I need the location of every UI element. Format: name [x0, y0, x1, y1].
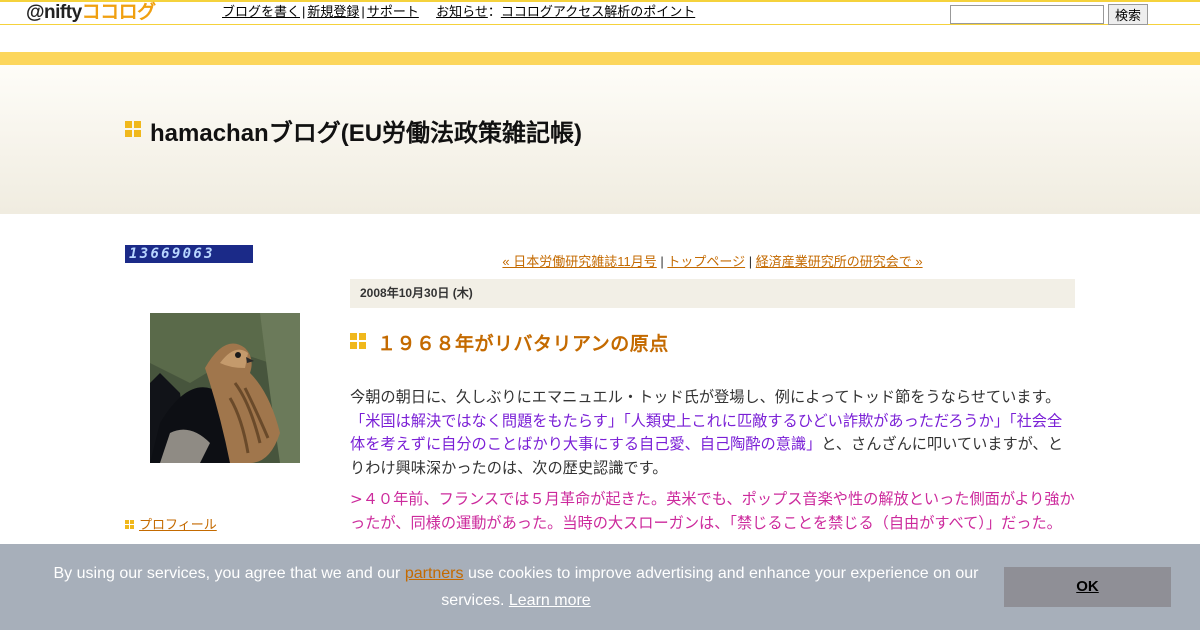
nifty-top-bar: @niftyココログ ブログを書く | 新規登録 | サポート お知らせ：ココログアクセ… [0, 0, 1200, 25]
entry-quote: 「人類史上これに匹敵するひどい詐欺があっただろうか」 [623, 411, 1009, 430]
cookie-message: By using our services, you agree that we… [40, 560, 992, 614]
news-link[interactable]: お知らせ [436, 4, 488, 19]
profile-link[interactable]: プロフィール [139, 517, 217, 532]
top-page-link[interactable]: トップページ [667, 254, 745, 269]
nifty-cocolog-logo[interactable]: @niftyココログ [26, 3, 156, 23]
entry-paragraph: 今朝の朝日に、久しぶりにエマニュエル・トッド氏が登場し、例によってトッド節をうな… [350, 386, 1075, 480]
entry-title[interactable]: １９６８年がリバタリアンの原点 [377, 329, 669, 356]
cookie-text: By using our services, you agree that we… [53, 565, 405, 582]
entry-body: 今朝の朝日に、久しぶりにエマニュエル・トッド氏が登場し、例によってトッド節をうな… [350, 386, 1075, 543]
entry-pager: « 日本労働研究雑誌11月号 | トップページ | 経済産業研究所の研究会で » [350, 251, 1075, 270]
access-counter: 13669063 [125, 245, 253, 263]
profile-photo [150, 313, 300, 463]
logo-cocolog-text: ココログ [81, 2, 157, 23]
entry-text: 今朝の朝日に、久しぶりにエマニュエル・トッド氏が登場し、例によってトッド節をうな… [350, 388, 1061, 406]
entry-date: 2008年10月30日 (木) [350, 279, 1075, 308]
logo-nifty-text: @nifty [26, 2, 82, 23]
bullet-squares-icon [125, 520, 134, 529]
news-headline-link[interactable]: ココログアクセス解析のポイント [501, 4, 695, 19]
news-colon: ： [487, 4, 501, 19]
entry-title-squares-icon [350, 333, 366, 349]
next-entry-link[interactable]: 経済産業研究所の研究会で » [756, 254, 923, 269]
hawk-photo-image [150, 313, 300, 463]
entry-quote: 「米国は解決ではなく問題をもたらす」 [350, 411, 624, 430]
cookie-ok-button[interactable]: OK [1004, 567, 1171, 607]
write-blog-link[interactable]: ブログを書く [222, 4, 300, 19]
blog-title[interactable]: hamachanブログ(EU労働法政策雑記帳) [150, 113, 582, 148]
cookie-consent-banner: By using our services, you agree that we… [0, 544, 1200, 630]
learn-more-link[interactable]: Learn more [509, 592, 591, 609]
support-link[interactable]: サポート [367, 4, 419, 19]
pager-separator: | [745, 254, 756, 269]
blog-header: hamachanブログ(EU労働法政策雑記帳) [0, 65, 1200, 214]
title-squares-icon [125, 121, 141, 137]
partners-link[interactable]: partners [405, 565, 464, 582]
nav-separator: | [361, 4, 365, 19]
register-link[interactable]: 新規登録 [307, 4, 359, 19]
search-input[interactable] [950, 5, 1104, 24]
nav-separator: | [302, 4, 306, 19]
pager-separator: | [656, 254, 668, 269]
top-nav: ブログを書く | 新規登録 | サポート お知らせ：ココログアクセス解析のポイント [222, 4, 695, 20]
entry-blockquote: >４０年前、フランスでは５月革命が起きた。英米でも、ポップス音楽や性の解放といっ… [350, 490, 1075, 532]
prev-entry-link[interactable]: « 日本労働研究雑誌11月号 [502, 254, 656, 269]
header-stripe [0, 52, 1200, 65]
search-button[interactable]: 検索 [1108, 4, 1148, 25]
sidebar-item-profile: プロフィール [125, 514, 217, 533]
